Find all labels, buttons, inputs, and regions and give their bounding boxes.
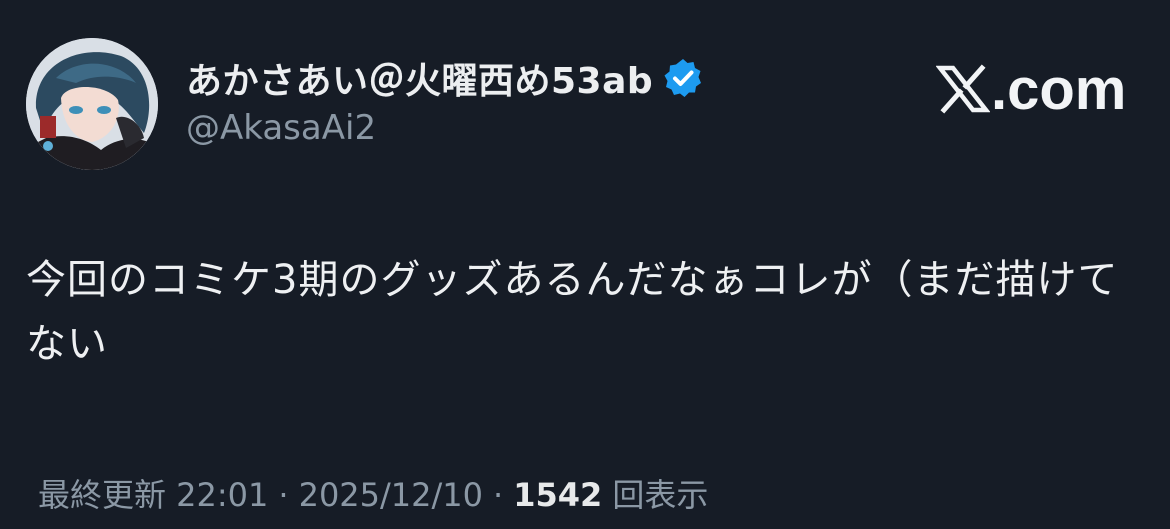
avatar[interactable] bbox=[26, 38, 158, 170]
avatar-image bbox=[26, 38, 158, 170]
meta-separator: · bbox=[278, 476, 289, 514]
tweet-text: 今回のコミケ3期のグッズあるんだなぁコレが（まだ描けてない bbox=[26, 257, 1119, 367]
author-name-row: あかさあい＠火曜西め53ab bbox=[186, 52, 705, 104]
verified-badge-icon bbox=[661, 56, 705, 100]
x-com-domain: .com bbox=[991, 56, 1127, 122]
views-count[interactable]: 1542 bbox=[513, 476, 602, 514]
author-handle[interactable]: @AkasaAi2 bbox=[186, 108, 376, 148]
x-logo-icon bbox=[935, 62, 991, 116]
tweet-date[interactable]: 2025/12/10 bbox=[299, 476, 483, 514]
x-com-brand: .com bbox=[935, 54, 1127, 124]
last-updated-time[interactable]: 最終更新 22:01 bbox=[38, 476, 268, 514]
views-label: 回表示 bbox=[612, 476, 709, 514]
meta-separator: · bbox=[493, 476, 504, 514]
tweet-card: あかさあい＠火曜西め53ab @AkasaAi2 .com 今回のコミケ3期のグ… bbox=[0, 0, 1170, 529]
tweet-meta: 最終更新 22:01 · 2025/12/10 · 1542 回表示 bbox=[38, 470, 708, 516]
author-display-name[interactable]: あかさあい＠火曜西め53ab bbox=[186, 52, 653, 104]
